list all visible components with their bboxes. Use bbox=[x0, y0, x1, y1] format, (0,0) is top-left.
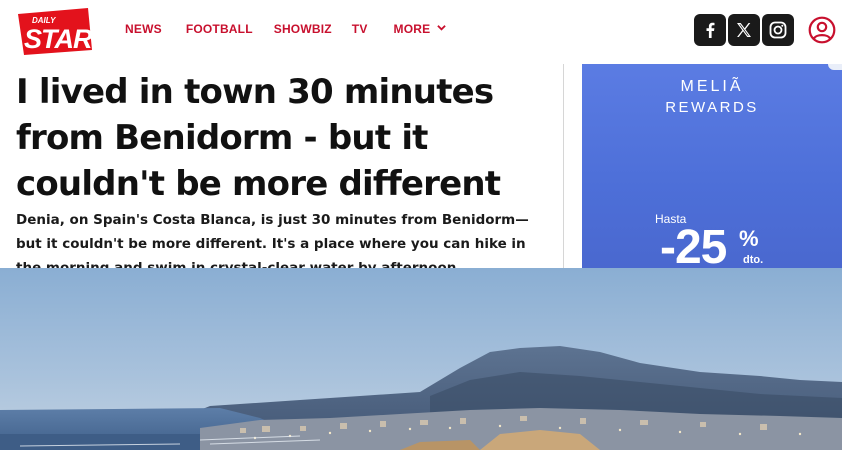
account-icon[interactable] bbox=[808, 16, 836, 44]
main-nav: NEWS FOOTBALL SHOWBIZ TV MORE bbox=[125, 22, 466, 36]
instagram-icon bbox=[769, 21, 787, 39]
ad-discount: -25 bbox=[660, 221, 727, 269]
nav-tv-label: TV bbox=[351, 22, 368, 36]
nav-news[interactable]: NEWS bbox=[125, 22, 162, 36]
x-icon bbox=[737, 23, 751, 37]
nav-football[interactable]: FOOTBALL bbox=[186, 22, 253, 36]
nav-showbiz-label: SHOWBIZ bbox=[273, 22, 332, 36]
ad-brand: MELIÃ bbox=[680, 78, 744, 95]
advertisement-banner[interactable]: MELIÃ REWARDS Hasta -25 % dto. bbox=[582, 64, 842, 268]
nav-news-label: NEWS bbox=[125, 22, 162, 36]
facebook-icon bbox=[706, 22, 715, 38]
article-header: I lived in town 30 minutes from Benidorm… bbox=[0, 64, 563, 268]
hero-image[interactable] bbox=[0, 268, 842, 450]
nav-more-label: MORE bbox=[393, 22, 431, 36]
site-header: DAILY STAR NEWS FOOTBALL SHOWBIZ TV MORE bbox=[0, 0, 850, 64]
nav-more[interactable]: MORE bbox=[394, 22, 447, 36]
ad-dto: dto. bbox=[743, 254, 764, 266]
denia-coastline-photo bbox=[0, 268, 842, 450]
column-divider bbox=[563, 64, 564, 268]
nav-tv[interactable]: TV bbox=[352, 22, 368, 36]
ad-subtitle: REWARDS bbox=[665, 99, 759, 116]
x-button[interactable] bbox=[728, 14, 760, 46]
instagram-button[interactable] bbox=[762, 14, 794, 46]
chevron-down-icon bbox=[437, 25, 447, 31]
article-headline: I lived in town 30 minutes from Benidorm… bbox=[16, 72, 501, 204]
ad-choices-tab[interactable] bbox=[828, 64, 842, 70]
article-standfirst: Denia, on Spain's Costa Blanca, is just … bbox=[16, 212, 529, 268]
nav-football-label: FOOTBALL bbox=[185, 22, 253, 36]
daily-star-logo[interactable]: DAILY STAR bbox=[14, 6, 94, 56]
ad-percent: % bbox=[739, 226, 759, 251]
nav-showbiz[interactable]: SHOWBIZ bbox=[274, 22, 332, 36]
svg-text:STAR: STAR bbox=[24, 24, 93, 54]
facebook-button[interactable] bbox=[694, 14, 726, 46]
